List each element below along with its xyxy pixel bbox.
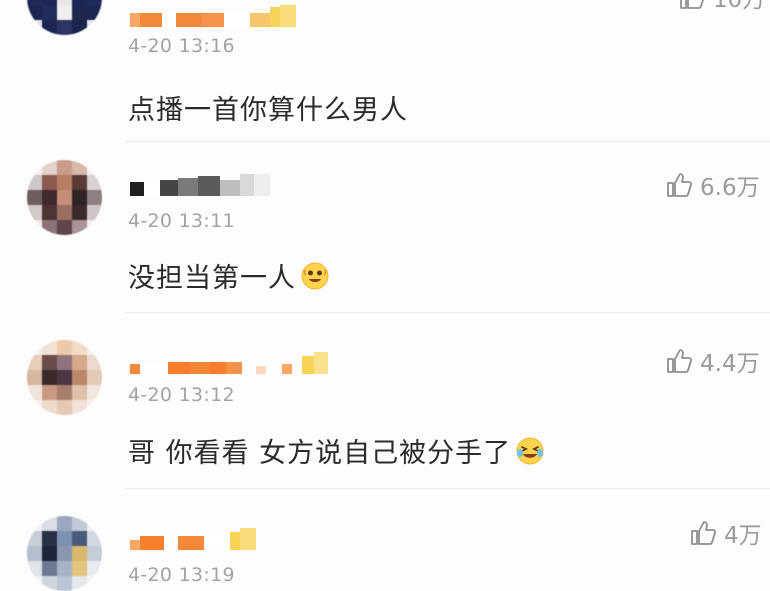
comment-feed: 4-20 13:16 点播一首你算什么男人 10万 4-20 13:11 没担当… xyxy=(0,0,770,591)
grinning-sweat-emoji xyxy=(301,262,329,290)
laughing-crying-emoji xyxy=(516,437,544,465)
like-button[interactable]: 10万 xyxy=(677,0,765,14)
divider xyxy=(125,312,770,313)
like-button[interactable]: 4.4万 xyxy=(664,344,760,378)
like-count: 6.6万 xyxy=(700,175,760,201)
thumbs-up-icon xyxy=(667,349,693,373)
username-redacted[interactable] xyxy=(130,174,270,196)
like-button[interactable]: 4万 xyxy=(688,516,762,550)
avatar[interactable] xyxy=(27,160,102,235)
like-count: 4万 xyxy=(724,523,762,549)
like-count: 10万 xyxy=(713,0,766,13)
thumbs-up-icon xyxy=(667,173,693,197)
thumbs-up-icon xyxy=(691,521,717,545)
like-count: 4.4万 xyxy=(700,351,760,377)
avatar[interactable] xyxy=(27,340,102,415)
avatar[interactable] xyxy=(27,0,102,35)
thumbs-up-icon xyxy=(680,0,704,9)
comment-item: 4-20 13:12 哥 你看看 女方说自己被分手了 4.4万 xyxy=(0,338,770,488)
comment-time: 4-20 13:12 xyxy=(128,384,235,406)
comment-text-body: 没担当第一人 xyxy=(128,263,296,294)
comment-text: 哥 你看看 女方说自己被分手了 xyxy=(128,431,545,470)
username-redacted[interactable] xyxy=(130,352,328,374)
comment-item: 4-20 13:19 4万 xyxy=(0,512,770,591)
comment-item: 4-20 13:16 点播一首你算什么男人 10万 xyxy=(0,0,770,140)
comment-text: 点播一首你算什么男人 xyxy=(128,95,408,126)
divider xyxy=(125,141,770,142)
username-redacted[interactable] xyxy=(130,528,256,550)
comment-time: 4-20 13:19 xyxy=(128,564,235,586)
comment-item: 4-20 13:11 没担当第一人 6.6万 xyxy=(0,160,770,310)
comment-time: 4-20 13:11 xyxy=(128,210,235,232)
avatar[interactable] xyxy=(27,516,102,591)
username-redacted[interactable] xyxy=(130,5,296,27)
comment-text: 没担当第一人 xyxy=(128,256,330,295)
comment-time: 4-20 13:16 xyxy=(128,35,235,57)
like-button[interactable]: 6.6万 xyxy=(664,168,760,202)
comment-text-body: 哥 你看看 女方说自己被分手了 xyxy=(128,438,512,469)
divider xyxy=(125,488,770,489)
